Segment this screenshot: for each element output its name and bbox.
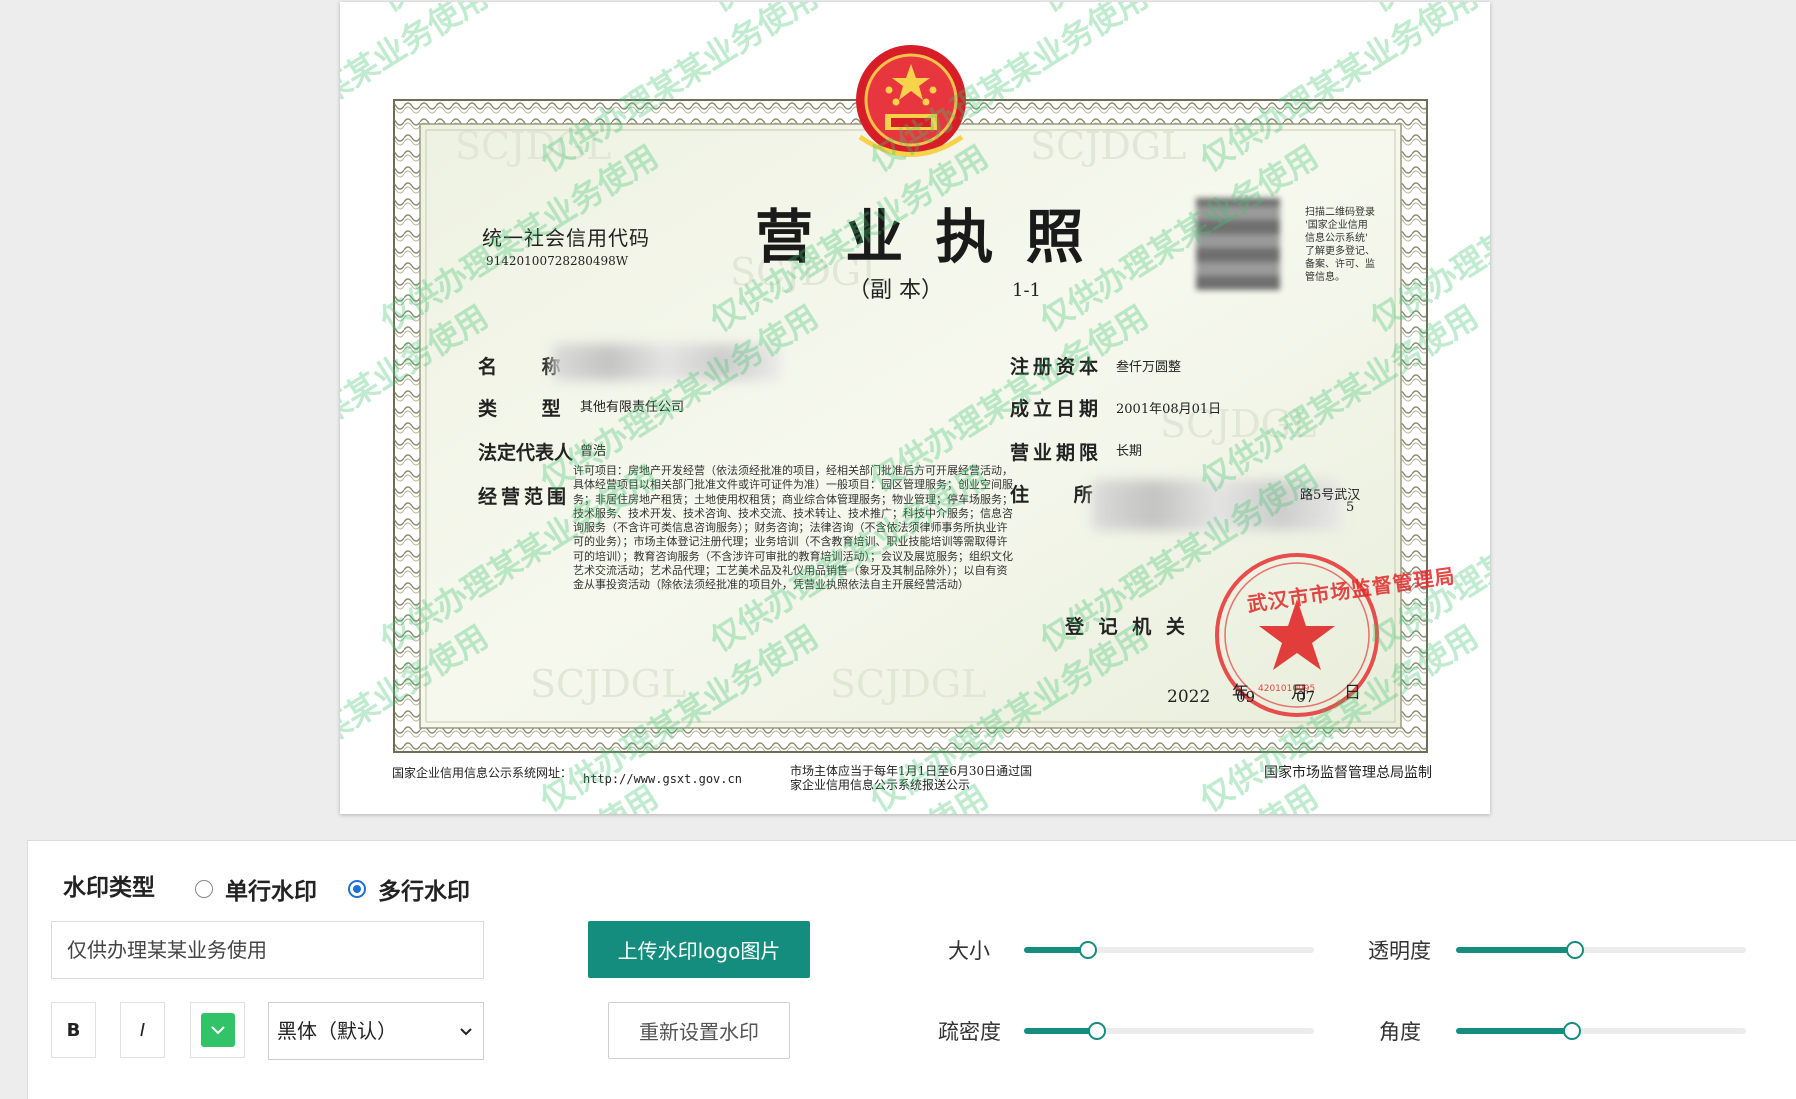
- opacity-slider[interactable]: [1456, 941, 1746, 959]
- color-picker[interactable]: [190, 1002, 245, 1058]
- footer-website-label: 国家企业信用信息公示系统网址：: [392, 766, 573, 780]
- reset-watermark-button[interactable]: 重新设置水印: [608, 1002, 790, 1059]
- font-select[interactable]: 黑体（默认）: [268, 1002, 484, 1060]
- type-label: 类 型: [478, 398, 565, 420]
- scope-label: 经营范围: [478, 486, 571, 508]
- credit-code-value: 91420100728280498W: [486, 254, 629, 268]
- business-scope: 许可项目：房地产开发经营（依法须经批准的项目，经相关部门批准后方可开展经营活动，…: [573, 464, 1013, 592]
- credit-code-label: 统一社会信用代码: [482, 226, 650, 250]
- capital-value: 叁仟万圆整: [1116, 360, 1182, 375]
- seal-code: 4201010095: [1258, 684, 1316, 694]
- type-value: 其他有限责任公司: [580, 400, 685, 415]
- company-name-redacted: [552, 344, 780, 380]
- density-slider-thumb[interactable]: [1087, 1022, 1106, 1040]
- watermark-text-input[interactable]: 仅供办理某某业务使用: [51, 921, 484, 979]
- issue-month: 09: [1236, 688, 1256, 706]
- chevron-down-icon: [460, 1028, 472, 1036]
- opacity-label: 透明度: [1368, 939, 1431, 963]
- multi-line-option[interactable]: 多行水印: [348, 872, 470, 906]
- density-slider[interactable]: [1024, 1022, 1314, 1040]
- size-slider-thumb[interactable]: [1078, 941, 1097, 959]
- watermark-settings-panel: 水印类型 单行水印 多行水印 仅供办理某某业务使用 B I 黑体（默认） 上传水…: [27, 840, 1796, 1099]
- color-swatch: [200, 1013, 235, 1047]
- bold-button[interactable]: B: [51, 1002, 96, 1058]
- angle-slider[interactable]: [1456, 1022, 1746, 1040]
- qr-code-redacted: [1196, 198, 1280, 290]
- registration-authority-label: 登 记 机 关: [1065, 616, 1189, 638]
- legal-rep-value: 曾浩: [580, 444, 607, 459]
- footer-website-url: http://www.gsxt.gov.cn: [583, 772, 742, 786]
- qr-note: 扫描二维码登录 '国家企业信用 信息公示系统' 了解更多登记、 备案、许可、监 …: [1305, 207, 1375, 283]
- single-line-radio[interactable]: [195, 880, 213, 898]
- angle-slider-thumb[interactable]: [1563, 1022, 1581, 1040]
- single-line-label: 单行水印: [225, 879, 317, 905]
- watermark-type-label: 水印类型: [63, 875, 155, 901]
- certificate-title: 营 业 执 照: [755, 203, 1090, 271]
- footer-issuer: 国家市场监督管理总局监制: [1264, 765, 1432, 781]
- issue-day-unit: 日: [1344, 683, 1361, 703]
- angle-label: 角度: [1379, 1020, 1421, 1044]
- national-emblem-icon: [856, 45, 966, 157]
- background-mark: SCJDGL: [830, 662, 987, 706]
- issue-year: 2022: [1167, 687, 1211, 707]
- upload-logo-button[interactable]: 上传水印logo图片: [588, 921, 810, 978]
- watermark-preview: SCJDGL SCJDGL SCJDGL SCJDGL SCJDGL SCJDG…: [340, 2, 1490, 814]
- footer-notice: 市场主体应当于每年1月1日至6月30日通过国 家企业信用信息公示系统报送公示: [790, 764, 1033, 792]
- font-select-value: 黑体（默认）: [277, 1019, 397, 1043]
- opacity-slider-thumb[interactable]: [1565, 941, 1584, 959]
- founded-label: 成立日期: [1010, 398, 1103, 420]
- background-mark: SCJDGL: [455, 124, 612, 168]
- copy-number: 1-1: [1012, 280, 1041, 301]
- address-partial-2: 5: [1346, 500, 1355, 515]
- density-slider-fill: [1024, 1028, 1097, 1034]
- density-label: 疏密度: [938, 1020, 1001, 1044]
- background-mark: SCJDGL: [530, 662, 687, 706]
- single-line-option[interactable]: 单行水印: [195, 872, 317, 906]
- opacity-slider-fill: [1456, 947, 1575, 953]
- certificate-subtitle: （副 本）: [848, 278, 943, 303]
- angle-slider-fill: [1456, 1028, 1572, 1034]
- background-mark: SCJDGL: [1030, 124, 1187, 168]
- term-label: 营业期限: [1010, 442, 1103, 464]
- size-slider[interactable]: [1024, 941, 1314, 959]
- founded-value: 2001年08月01日: [1116, 402, 1222, 417]
- multi-line-label: 多行水印: [378, 879, 470, 905]
- capital-label: 注册资本: [1010, 356, 1103, 378]
- size-label: 大小: [948, 939, 990, 963]
- multi-line-radio[interactable]: [348, 880, 366, 898]
- chevron-down-icon: [210, 1026, 225, 1035]
- legal-rep-label: 法定代表人: [478, 442, 574, 464]
- term-value: 长期: [1116, 444, 1143, 459]
- italic-button[interactable]: I: [120, 1002, 165, 1058]
- address-label: 住 所: [1010, 484, 1097, 506]
